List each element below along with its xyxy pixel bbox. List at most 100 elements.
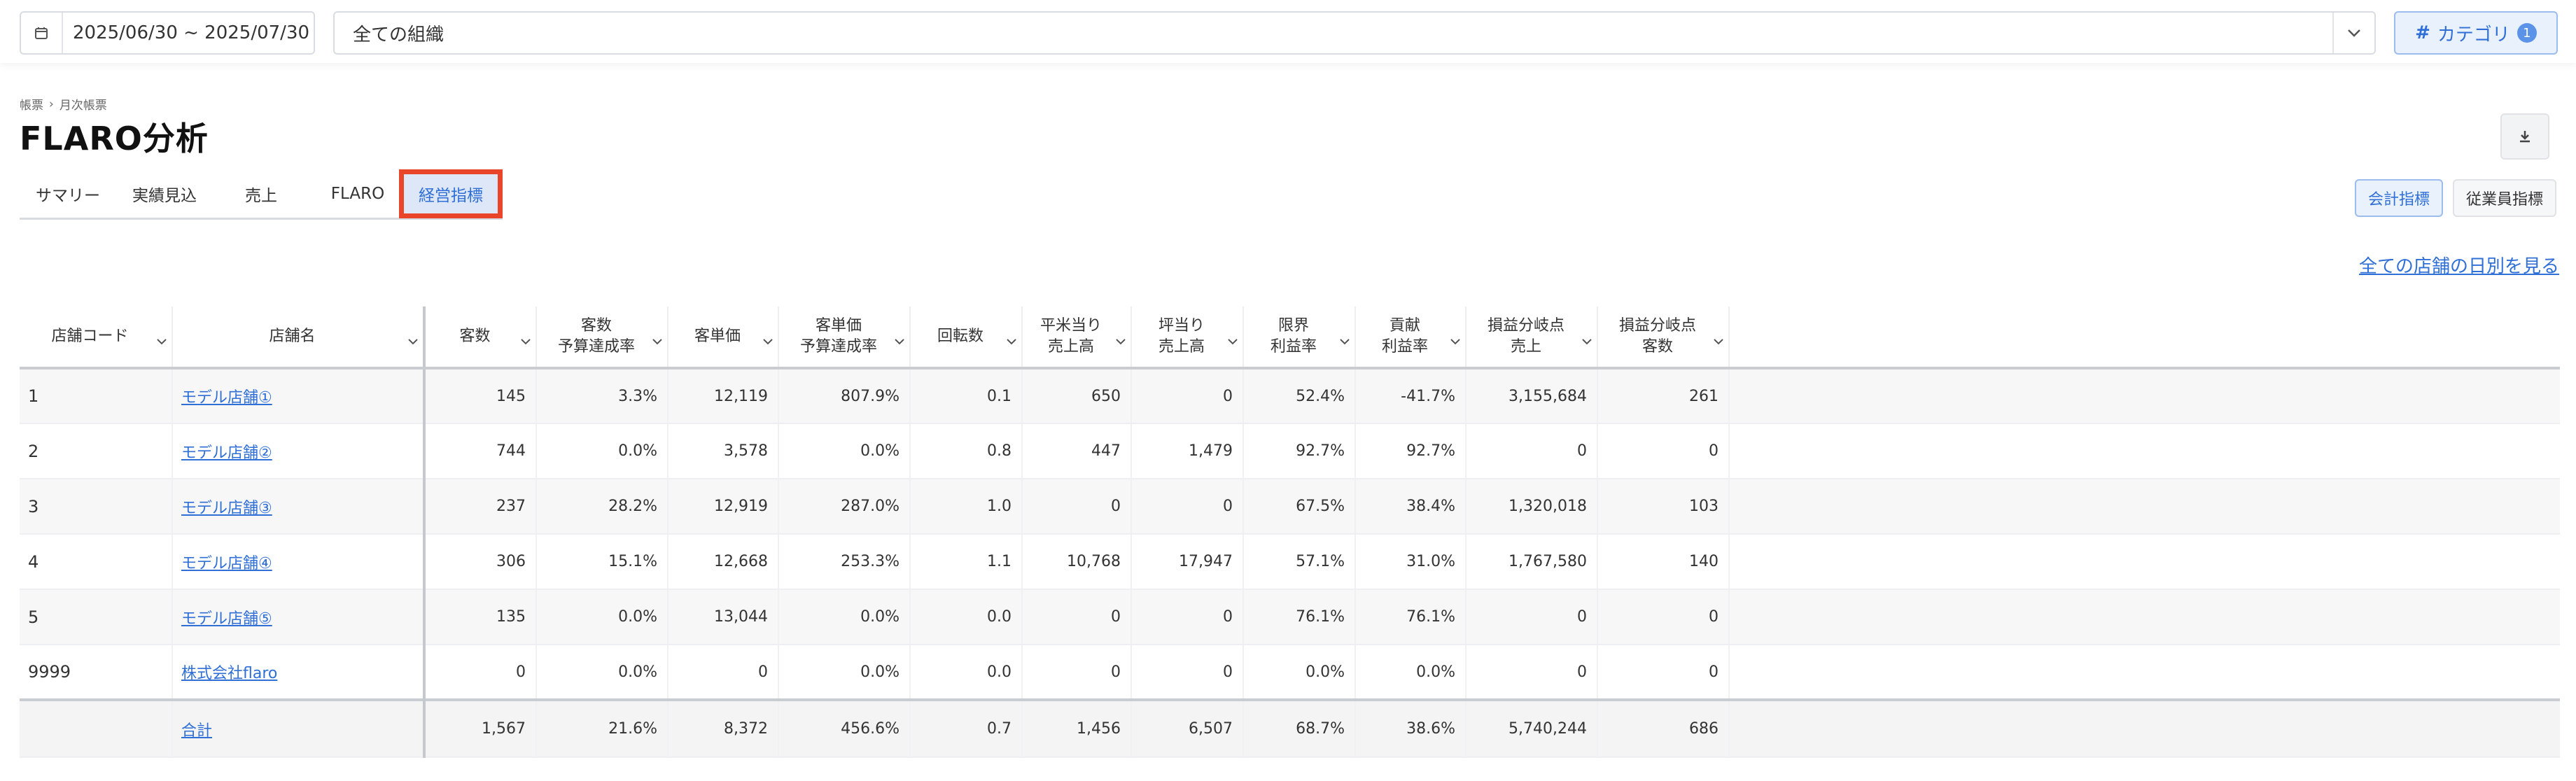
metric-cell: 145 — [424, 368, 537, 424]
breadcrumb-separator: › — [49, 97, 54, 111]
chevron-down-icon — [2332, 13, 2374, 53]
store-code-cell: 3 — [20, 479, 173, 535]
tab-summary[interactable]: サマリー — [20, 169, 116, 218]
row-filler — [1729, 368, 2560, 424]
column-header-label: 坪当り — [1158, 317, 1205, 335]
breadcrumb-current: 月次帳票 — [59, 99, 107, 113]
organization-select[interactable]: 全ての組織 — [333, 11, 2376, 55]
sort-chevron-icon[interactable] — [1450, 331, 1461, 352]
metric-cell: 686 — [1597, 698, 1730, 758]
metric-cell: 0 — [1022, 589, 1132, 645]
tab-sales[interactable]: 売上 — [213, 169, 309, 218]
metric-cell: 13,044 — [668, 589, 779, 645]
category-filter-button[interactable]: # カテゴリ 1 — [2394, 11, 2558, 55]
date-range-picker[interactable]: 2025/06/30 ~ 2025/07/30 — [20, 11, 315, 55]
column-header-label: 店舗名 — [269, 328, 316, 345]
metric-cell: 0 — [1131, 645, 1244, 701]
row-filler — [1729, 534, 2560, 590]
metric-cell: 52.4% — [1243, 368, 1356, 424]
sort-chevron-icon[interactable] — [1339, 331, 1350, 352]
metric-cell: 0 — [1597, 589, 1730, 645]
header-filler — [1729, 307, 2560, 370]
sort-chevron-icon[interactable] — [652, 331, 663, 352]
sort-chevron-icon[interactable] — [156, 331, 167, 352]
metric-cell: 0.0% — [536, 589, 668, 645]
metric-cell: 0 — [1022, 645, 1132, 701]
metric-cell: 0.0% — [778, 423, 911, 479]
sort-chevron-icon[interactable] — [1713, 331, 1724, 352]
column-header[interactable]: 客数 予算達成率 — [536, 307, 668, 370]
column-header[interactable]: 客単価 — [668, 307, 779, 370]
sort-chevron-icon[interactable] — [762, 331, 774, 352]
column-header[interactable]: 限界 利益率 — [1243, 307, 1356, 370]
store-link[interactable]: モデル店舗④ — [181, 555, 272, 572]
store-link[interactable]: モデル店舗③ — [181, 500, 272, 517]
metric-cell: 92.7% — [1243, 423, 1356, 479]
column-header-label: 売上 — [1510, 338, 1541, 356]
metric-cell: 68.7% — [1243, 698, 1356, 758]
breadcrumb-root[interactable]: 帳票 — [20, 95, 43, 113]
sort-chevron-icon[interactable] — [894, 331, 905, 352]
row-filler — [1729, 479, 2560, 535]
column-header[interactable]: 客単価 予算達成率 — [778, 307, 911, 370]
metric-cell: 0 — [1022, 479, 1132, 535]
store-link[interactable]: モデル店舗② — [181, 444, 272, 462]
metric-cell: 15.1% — [536, 534, 668, 590]
store-name-cell: モデル店舗① — [172, 368, 426, 424]
sort-chevron-icon[interactable] — [1581, 331, 1592, 352]
metric-cell: 57.1% — [1243, 534, 1356, 590]
download-button[interactable] — [2500, 113, 2549, 160]
sort-chevron-icon[interactable] — [520, 331, 531, 352]
column-header-label: 利益率 — [1381, 338, 1428, 356]
metric-cell: 38.6% — [1355, 698, 1466, 758]
metric-cell: 3,155,684 — [1466, 368, 1598, 424]
sort-chevron-icon[interactable] — [1006, 331, 1017, 352]
sort-chevron-icon[interactable] — [1115, 331, 1126, 352]
metric-cell: 0 — [668, 645, 779, 701]
store-link[interactable]: モデル店舗① — [181, 389, 272, 407]
metric-cell: 306 — [424, 534, 537, 590]
metric-cell: 0.7 — [910, 698, 1023, 758]
tab-flaro[interactable]: FLARO — [309, 169, 406, 218]
store-link[interactable]: モデル店舗⑤ — [181, 610, 272, 628]
accounting-indicators-button[interactable]: 会計指標 — [2355, 179, 2443, 217]
metric-cell: 92.7% — [1355, 423, 1466, 479]
metric-cell: 103 — [1597, 479, 1730, 535]
metric-cell: 140 — [1597, 534, 1730, 590]
tab-management-indicators[interactable]: 経営指標 — [399, 169, 503, 218]
metric-cell: 237 — [424, 479, 537, 535]
column-header[interactable]: 平米当り 売上高 — [1022, 307, 1132, 370]
column-header-label: 利益率 — [1270, 338, 1317, 356]
store-name-cell: 合計 — [172, 698, 426, 758]
report-tabs: サマリー 実績見込 売上 FLARO 経営指標 — [20, 169, 503, 220]
column-header[interactable]: 店舗名 — [172, 307, 426, 370]
total-link[interactable]: 合計 — [181, 722, 212, 740]
metric-cell: 1,567 — [424, 698, 537, 758]
metric-cell: 0.8 — [910, 423, 1023, 479]
employee-indicators-button[interactable]: 従業員指標 — [2453, 179, 2556, 217]
table-row: 5 モデル店舗⑤ 135 0.0% 13,044 0.0% 0.0 0 0 76.1% 76.1% 0… — [20, 589, 2560, 645]
store-link[interactable]: 株式会社flaro — [181, 665, 277, 682]
column-header-label: 客単価 — [694, 328, 741, 345]
sort-chevron-icon[interactable] — [407, 331, 419, 352]
column-header[interactable]: 坪当り 売上高 — [1131, 307, 1244, 370]
column-header-label: 平米当り — [1040, 317, 1102, 335]
column-header[interactable]: 店舗コード — [20, 307, 173, 370]
column-header[interactable]: 貢献 利益率 — [1355, 307, 1466, 370]
column-header[interactable]: 損益分岐点 客数 — [1597, 307, 1730, 370]
column-header-label: 予算達成率 — [557, 338, 635, 356]
column-header[interactable]: 客数 — [424, 307, 537, 370]
hash-icon: # — [2415, 22, 2430, 43]
column-header-label: 売上高 — [1158, 338, 1205, 356]
column-header-label: 客単価 — [815, 317, 862, 335]
indicators-table: 店舗コード 店舗名 客数 客数 予算達成率 客単価 客単価 予算達成率 回転数 平米当り 売上高 坪当… — [20, 307, 2560, 758]
sort-chevron-icon[interactable] — [1227, 331, 1238, 352]
metric-cell: 1,456 — [1022, 698, 1132, 758]
column-header[interactable]: 損益分岐点 売上 — [1466, 307, 1598, 370]
metric-cell: 1,320,018 — [1466, 479, 1598, 535]
all-stores-daily-link[interactable]: 全ての店舗の日別を見る — [2359, 252, 2559, 278]
column-header[interactable]: 回転数 — [910, 307, 1023, 370]
tab-forecast[interactable]: 実績見込 — [116, 169, 213, 218]
metric-cell: 1,479 — [1131, 423, 1244, 479]
page-title: FLARO分析 — [20, 120, 209, 157]
